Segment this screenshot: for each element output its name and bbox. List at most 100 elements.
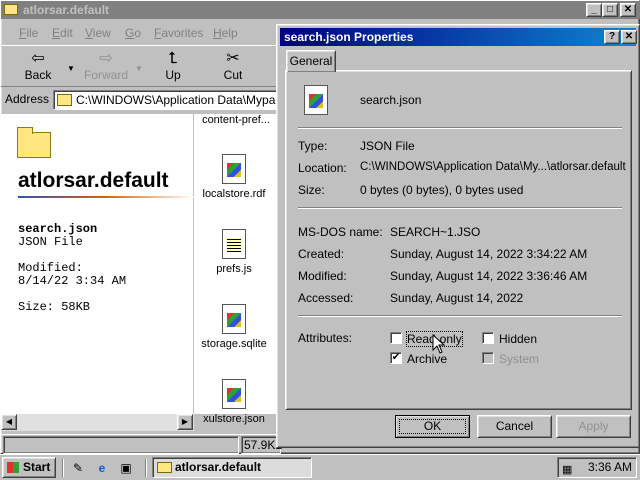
properties-dialog: search.json Properties ? ✕ General searc… bbox=[276, 24, 640, 448]
system-label[interactable]: System bbox=[499, 352, 539, 366]
windows-logo-icon bbox=[7, 462, 19, 473]
heading-divider bbox=[18, 196, 194, 198]
size-label: Size: bbox=[298, 183, 325, 197]
back-dropdown-icon[interactable]: ▼ bbox=[67, 64, 75, 73]
menu-help[interactable]: Help bbox=[213, 26, 238, 40]
msdos-name-label: MS-DOS name: bbox=[298, 225, 383, 239]
dialog-title-bar[interactable]: search.json Properties ? ✕ bbox=[280, 28, 637, 46]
modified-label: Modified: bbox=[18, 261, 83, 275]
folder-icon bbox=[4, 4, 18, 15]
file-item[interactable]: xulstore.json bbox=[194, 379, 274, 425]
clock[interactable]: 3:36 AM bbox=[588, 458, 632, 477]
close-button[interactable]: ✕ bbox=[620, 3, 636, 17]
file-label: xulstore.json bbox=[203, 413, 265, 425]
archive-label[interactable]: Archive bbox=[407, 352, 447, 366]
system-checkbox[interactable] bbox=[482, 352, 494, 364]
size-value: 0 bytes (0 bytes), 0 bytes used bbox=[360, 183, 524, 197]
script-file-icon bbox=[222, 229, 246, 259]
forward-dropdown-icon[interactable]: ▼ bbox=[135, 64, 143, 73]
type-value: JSON File bbox=[360, 139, 415, 153]
scroll-left-icon[interactable]: ◀ bbox=[1, 414, 17, 430]
folder-icon bbox=[157, 462, 172, 473]
scheduler-icon[interactable]: ▦ bbox=[562, 461, 572, 480]
start-button[interactable]: Start bbox=[2, 457, 56, 478]
close-button[interactable]: ✕ bbox=[621, 30, 637, 44]
menu-go[interactable]: Go bbox=[125, 26, 141, 40]
file-item[interactable]: localstore.rdf bbox=[194, 154, 274, 200]
tab-general[interactable]: General bbox=[286, 50, 336, 72]
modified-label: Modified: bbox=[298, 269, 347, 283]
forward-arrow-icon: ⇨ bbox=[99, 50, 113, 67]
file-label: content-pref... bbox=[202, 114, 270, 126]
system-tray: ▦ 3:36 AM bbox=[557, 457, 637, 478]
back-label: Back bbox=[24, 68, 52, 82]
cut-button[interactable]: ✂ Cut bbox=[208, 50, 258, 86]
file-icon bbox=[222, 304, 246, 334]
address-value: C:\WINDOWS\Application Data\Mypal\P bbox=[76, 93, 283, 107]
created-value: Sunday, August 14, 2022 3:34:22 AM bbox=[390, 247, 588, 261]
divider bbox=[62, 459, 64, 477]
dialog-filename: search.json bbox=[360, 93, 422, 107]
apply-button[interactable]: Apply bbox=[556, 415, 631, 438]
file-item[interactable]: prefs.js bbox=[194, 229, 274, 275]
taskbar-button-explorer[interactable]: atlorsar.default bbox=[152, 457, 312, 478]
taskbar-button-label: atlorsar.default bbox=[175, 460, 262, 474]
address-label: Address bbox=[5, 92, 50, 106]
divider bbox=[298, 207, 622, 209]
divider bbox=[298, 315, 622, 317]
status-panel bbox=[3, 436, 239, 454]
horizontal-scrollbar[interactable]: ◀ ▶ bbox=[1, 414, 194, 431]
file-icon bbox=[222, 154, 246, 184]
location-value: C:\WINDOWS\Application Data\My...\atlors… bbox=[360, 161, 626, 173]
selected-file-size: Size: 58KB bbox=[18, 300, 91, 314]
hidden-checkbox[interactable] bbox=[482, 332, 494, 344]
back-button[interactable]: ⇦ Back bbox=[13, 50, 63, 86]
scroll-right-icon[interactable]: ▶ bbox=[177, 414, 193, 430]
file-list: content-pref... localstore.rdf prefs.js … bbox=[194, 114, 278, 425]
explorer-title: atlorsar.default bbox=[23, 3, 110, 17]
forward-label: Forward bbox=[83, 68, 128, 82]
cut-label: Cut bbox=[223, 68, 243, 82]
start-label: Start bbox=[23, 460, 51, 474]
divider bbox=[145, 459, 147, 477]
archive-checkbox[interactable]: ✔ bbox=[390, 352, 402, 364]
divider bbox=[298, 127, 622, 129]
up-label: Up bbox=[165, 68, 181, 82]
file-item[interactable]: content-pref... bbox=[196, 114, 276, 126]
status-size: 57.9KB bbox=[241, 436, 283, 454]
menu-favorites[interactable]: Favorites bbox=[154, 26, 203, 40]
up-button[interactable]: ⮤ Up bbox=[148, 50, 198, 86]
forward-button[interactable]: ⇨ Forward bbox=[81, 50, 131, 86]
type-label: Type: bbox=[298, 139, 328, 153]
quicklaunch-channels-icon[interactable]: ▣ bbox=[118, 460, 134, 476]
file-label: localstore.rdf bbox=[202, 188, 266, 200]
maximize-button[interactable]: □ bbox=[602, 3, 618, 17]
ok-button[interactable]: OK bbox=[395, 415, 470, 438]
up-folder-icon: ⮤ bbox=[168, 50, 178, 67]
hidden-label[interactable]: Hidden bbox=[499, 332, 537, 346]
file-item[interactable]: storage.sqlite bbox=[194, 304, 274, 350]
quicklaunch-desktop-icon[interactable]: ✎ bbox=[70, 460, 86, 476]
file-icon bbox=[222, 379, 246, 409]
menu-edit[interactable]: Edit bbox=[52, 26, 73, 40]
minimize-button[interactable]: _ bbox=[586, 3, 602, 17]
cancel-button[interactable]: Cancel bbox=[477, 415, 552, 438]
selected-file-type: JSON File bbox=[18, 235, 83, 249]
quicklaunch-browser-icon[interactable]: e bbox=[94, 460, 110, 476]
large-folder-icon bbox=[17, 127, 51, 158]
accessed-label: Accessed: bbox=[298, 291, 354, 305]
attributes-label: Attributes: bbox=[298, 331, 353, 345]
help-button[interactable]: ? bbox=[604, 30, 620, 44]
menu-view[interactable]: View bbox=[85, 26, 111, 40]
folder-name-heading: atlorsar.default bbox=[18, 169, 169, 192]
address-field[interactable]: C:\WINDOWS\Application Data\Mypal\P bbox=[53, 90, 283, 110]
menu-file[interactable]: File bbox=[19, 26, 38, 40]
explorer-title-bar[interactable]: atlorsar.default _ □ ✕ bbox=[1, 1, 640, 19]
modified-value: 8/14/22 3:34 AM bbox=[18, 274, 127, 288]
folder-icon bbox=[57, 94, 72, 106]
accessed-value: Sunday, August 14, 2022 bbox=[390, 291, 524, 305]
readonly-checkbox[interactable] bbox=[390, 332, 402, 344]
dialog-title: search.json Properties bbox=[284, 30, 414, 44]
modified-value: Sunday, August 14, 2022 3:36:46 AM bbox=[390, 269, 588, 283]
file-icon bbox=[304, 85, 328, 115]
